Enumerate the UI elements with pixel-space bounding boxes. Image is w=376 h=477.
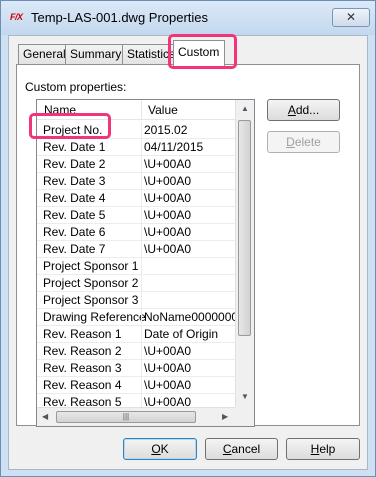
custom-properties-label: Custom properties: bbox=[25, 80, 127, 94]
row-column-divider bbox=[141, 377, 142, 394]
property-value: \U+00A0 bbox=[144, 225, 192, 239]
list-item[interactable]: Rev. Date 6 \U+00A0 bbox=[37, 224, 235, 241]
column-header-value[interactable]: Value bbox=[148, 103, 178, 117]
list-item[interactable]: Rev. Date 7 \U+00A0 bbox=[37, 241, 235, 258]
property-value: \U+00A0 bbox=[144, 242, 192, 256]
row-column-divider bbox=[141, 275, 142, 292]
dialog-client: General Summary Statistics Custom Custom… bbox=[8, 34, 368, 470]
list-item[interactable]: Rev. Date 4 \U+00A0 bbox=[37, 190, 235, 207]
property-name: Rev. Reason 3 bbox=[43, 361, 122, 375]
custom-properties-list[interactable]: Name Value Project No. 2015.02 Rev. Date 1… bbox=[36, 99, 255, 427]
property-value: \U+00A0 bbox=[144, 191, 192, 205]
horizontal-scrollbar[interactable]: ◀ ||| ▶ bbox=[37, 407, 235, 426]
close-icon: ✕ bbox=[345, 10, 357, 24]
property-value: \U+00A0 bbox=[144, 378, 192, 392]
property-value: \U+00A0 bbox=[144, 208, 192, 222]
title-bar[interactable]: F/X Temp-LAS-001.dwg Properties ✕ bbox=[1, 1, 375, 35]
property-value: \U+00A0 bbox=[144, 157, 192, 171]
property-name: Rev. Date 3 bbox=[43, 174, 106, 188]
delete-button[interactable]: Delete bbox=[267, 131, 340, 153]
list-item[interactable]: Rev. Date 1 04/11/2015 bbox=[37, 139, 235, 156]
property-value: \U+00A0 bbox=[144, 174, 192, 188]
column-separator[interactable] bbox=[141, 100, 142, 120]
properties-window: F/X Temp-LAS-001.dwg Properties ✕ Genera… bbox=[0, 0, 376, 477]
scroll-down-icon[interactable]: ▼ bbox=[241, 392, 249, 401]
horizontal-scroll-thumb[interactable]: ||| bbox=[56, 411, 196, 423]
property-name: Rev. Date 5 bbox=[43, 208, 106, 222]
list-item[interactable]: Project Sponsor 3 bbox=[37, 292, 235, 309]
row-column-divider bbox=[141, 156, 142, 173]
property-name: Rev. Reason 1 bbox=[43, 327, 122, 341]
list-item[interactable]: Project Sponsor 2 bbox=[37, 275, 235, 292]
property-rows: Project No. 2015.02 Rev. Date 1 04/11/2015 R… bbox=[37, 122, 235, 411]
help-button[interactable]: Help bbox=[286, 438, 360, 460]
property-name: Rev. Date 1 bbox=[43, 140, 106, 154]
cancel-button[interactable]: Cancel bbox=[205, 438, 278, 460]
window-title: Temp-LAS-001.dwg Properties bbox=[31, 10, 209, 25]
tab-general[interactable]: General bbox=[18, 44, 66, 64]
scrollbar-corner bbox=[235, 407, 254, 426]
list-item[interactable]: Rev. Reason 1 Date of Origin bbox=[37, 326, 235, 343]
list-item[interactable]: Rev. Reason 3 \U+00A0 bbox=[37, 360, 235, 377]
property-name: Drawing Reference bbox=[43, 310, 146, 324]
row-column-divider bbox=[141, 190, 142, 207]
list-item[interactable]: Rev. Reason 4 \U+00A0 bbox=[37, 377, 235, 394]
row-column-divider bbox=[141, 224, 142, 241]
property-name: Rev. Date 7 bbox=[43, 242, 106, 256]
property-name: Rev. Reason 4 bbox=[43, 378, 122, 392]
row-column-divider bbox=[141, 122, 142, 139]
property-value: NoName0000000 bbox=[144, 310, 235, 324]
add-button[interactable]: Add... bbox=[267, 99, 340, 121]
list-item[interactable]: Rev. Date 5 \U+00A0 bbox=[37, 207, 235, 224]
app-icon: F/X bbox=[10, 12, 23, 22]
row-column-divider bbox=[141, 292, 142, 309]
property-value: 2015.02 bbox=[144, 123, 188, 137]
close-button[interactable]: ✕ bbox=[332, 8, 370, 27]
property-name: Rev. Date 4 bbox=[43, 191, 106, 205]
property-name: Project Sponsor 1 bbox=[43, 259, 139, 273]
property-value: Date of Origin bbox=[144, 327, 219, 341]
list-item[interactable]: Project Sponsor 1 bbox=[37, 258, 235, 275]
property-value: \U+00A0 bbox=[144, 344, 192, 358]
property-name: Rev. Date 6 bbox=[43, 225, 106, 239]
property-name: Project Sponsor 2 bbox=[43, 276, 139, 290]
vertical-scroll-thumb[interactable] bbox=[238, 120, 251, 336]
tab-summary[interactable]: Summary bbox=[65, 44, 123, 64]
ok-button[interactable]: OK bbox=[123, 438, 197, 460]
row-column-divider bbox=[141, 173, 142, 190]
row-column-divider bbox=[141, 343, 142, 360]
property-name: Rev. Date 2 bbox=[43, 157, 106, 171]
property-name: Project Sponsor 3 bbox=[43, 293, 139, 307]
row-column-divider bbox=[141, 241, 142, 258]
row-column-divider bbox=[141, 258, 142, 275]
tab-highlight bbox=[168, 34, 237, 69]
list-item[interactable]: Drawing Reference NoName0000000 bbox=[37, 309, 235, 326]
row-highlight bbox=[29, 113, 111, 139]
tab-statistics[interactable]: Statistics bbox=[122, 44, 174, 64]
row-column-divider bbox=[141, 207, 142, 224]
row-column-divider bbox=[141, 326, 142, 343]
property-value: \U+00A0 bbox=[144, 361, 192, 375]
list-item[interactable]: Rev. Date 3 \U+00A0 bbox=[37, 173, 235, 190]
scroll-right-icon[interactable]: ▶ bbox=[222, 412, 228, 421]
row-column-divider bbox=[141, 309, 142, 326]
row-column-divider bbox=[141, 139, 142, 156]
list-item[interactable]: Rev. Reason 2 \U+00A0 bbox=[37, 343, 235, 360]
vertical-scrollbar[interactable]: ▲ ▼ bbox=[235, 100, 254, 407]
row-column-divider bbox=[141, 360, 142, 377]
property-value: 04/11/2015 bbox=[144, 140, 204, 154]
list-item[interactable]: Rev. Date 2 \U+00A0 bbox=[37, 156, 235, 173]
scroll-up-icon[interactable]: ▲ bbox=[241, 104, 249, 113]
scroll-left-icon[interactable]: ◀ bbox=[42, 412, 48, 421]
property-name: Rev. Reason 2 bbox=[43, 344, 122, 358]
